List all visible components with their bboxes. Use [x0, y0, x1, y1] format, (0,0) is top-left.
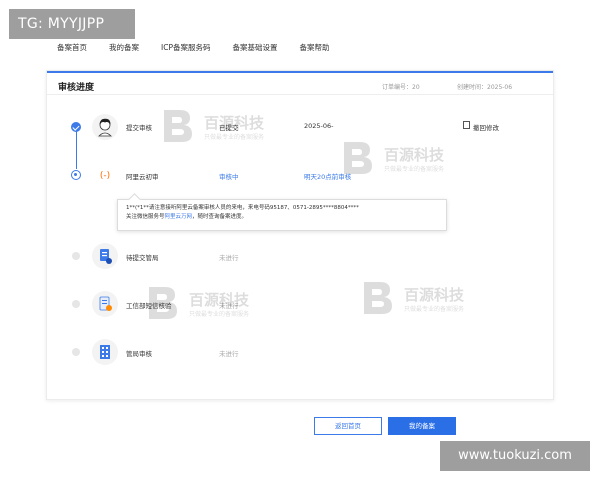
step-active-marker [71, 170, 81, 180]
watermark-subtitle: 只做最专业的备案服务 [404, 306, 465, 313]
card-title: 审核进度 [58, 83, 95, 93]
watermark-logo-icon [344, 142, 372, 174]
step-pending-marker [72, 348, 80, 356]
user-avatar-icon [92, 114, 118, 140]
watermark-logo-icon [364, 282, 392, 314]
tooltip-text: 关注微信服务号 [126, 213, 165, 220]
nav-item-my-filings[interactable]: 我的备案 [109, 42, 139, 53]
step-name: 阿里云初审 [126, 173, 159, 181]
my-filings-button[interactable]: 我的备案 [388, 417, 456, 435]
edit-icon [463, 121, 470, 129]
aliyun-logo-icon: (-) [92, 162, 118, 188]
watermark-subtitle: 只做最专业的备案服务 [384, 166, 445, 173]
nav-item-home[interactable]: 备案首页 [57, 42, 87, 53]
step-done-marker [71, 122, 81, 132]
watermark-logo-icon [149, 287, 177, 319]
step-pending-marker [72, 300, 80, 308]
progress-line [76, 129, 77, 169]
back-home-button[interactable]: 返回首页 [314, 417, 382, 435]
nav-item-icp-service-code[interactable]: ICP备案服务码 [161, 42, 210, 53]
step-status: 未进行 [219, 254, 239, 262]
created-time: 创建时间：2025-06 [457, 84, 513, 91]
step-name: 管局审核 [126, 350, 152, 358]
watermark-title: 百源科技 [384, 146, 445, 164]
tooltip-line: 1**(*1**请注意接听阿里云备案审核人员的来电，来电号码95187、0571… [126, 205, 359, 211]
step-time: 2025-06- [304, 122, 334, 130]
watermark-logo-icon [164, 110, 192, 142]
step-status: 审核中 [219, 173, 239, 181]
top-nav: 备案首页 我的备案 ICP备案服务码 备案基础设置 备案帮助 [57, 42, 351, 53]
watermark: 百源科技 只做最专业的备案服务 [145, 285, 255, 325]
step-name: 待提交管局 [126, 254, 159, 262]
card-header: 审核进度 订单编号：20 创建时间：2025-06 [47, 73, 553, 95]
sms-verify-icon [92, 291, 118, 317]
step-status: 未进行 [219, 350, 239, 358]
watermark: 百源科技 只做最专业的备案服务 [340, 140, 450, 180]
order-id: 订单编号：20 [382, 84, 420, 91]
watermark-subtitle: 只做最专业的备案服务 [189, 311, 250, 318]
site-tag: www.tuokuzi.com [440, 441, 590, 471]
wechat-account-link[interactable]: 阿里云万网 [165, 214, 193, 220]
watermark: 百源科技 只做最专业的备案服务 [160, 108, 270, 148]
tooltip-line: 关注微信服务号阿里云万网，随时查询备案进度。 [126, 213, 438, 222]
review-notice-tooltip: 1**(*1**请注意接听阿里云备案审核人员的来电，来电号码95187、0571… [117, 199, 447, 231]
review-progress-card: 审核进度 订单编号：20 创建时间：2025-06 提交审核 已提交 2025-… [46, 70, 554, 400]
watermark-title: 百源科技 [189, 291, 250, 309]
svg-text:(-): (-) [100, 171, 110, 181]
withdraw-modify-link[interactable]: 撤回修改 [473, 122, 499, 132]
nav-item-basic-settings[interactable]: 备案基础设置 [232, 42, 277, 53]
overlay-tag: TG: MYYJJPP [9, 9, 135, 39]
step-pending-marker [72, 252, 80, 260]
watermark-title: 百源科技 [204, 114, 265, 132]
step-name: 提交审核 [126, 124, 152, 132]
nav-item-help[interactable]: 备案帮助 [299, 42, 329, 53]
document-submit-icon [92, 243, 118, 269]
watermark: 百源科技 只做最专业的备案服务 [360, 280, 470, 320]
tooltip-text: ，随时查询备案进度。 [192, 213, 248, 220]
watermark-subtitle: 只做最专业的备案服务 [204, 134, 265, 141]
building-icon [92, 339, 118, 365]
watermark-title: 百源科技 [404, 286, 465, 304]
